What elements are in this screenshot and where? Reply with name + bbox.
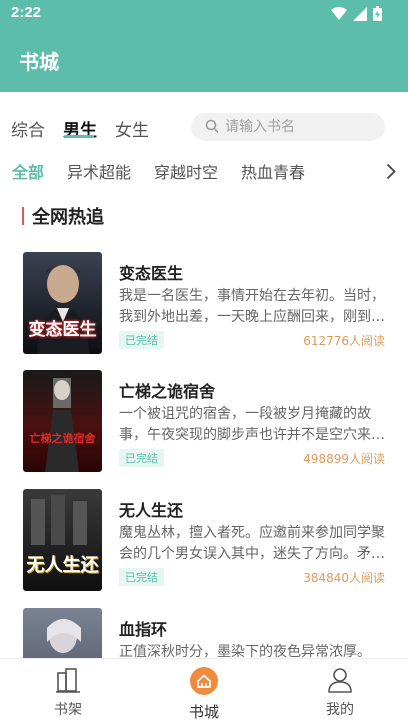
category-supernatural[interactable]: 异术超能: [67, 159, 131, 183]
search-input[interactable]: [225, 116, 375, 138]
book-cover[interactable]: 亡梯之诡宿舍: [23, 370, 102, 472]
wifi-icon: [331, 6, 347, 20]
section-header: 全网热追: [22, 205, 104, 228]
tab-indicator: [64, 135, 94, 138]
category-bar: 全部 异术超能 穿越时空 热血青春: [0, 156, 408, 186]
nav-bookshelf-label: 书架: [54, 702, 82, 718]
battery-icon: [373, 6, 382, 21]
cover-title: 变态医生: [28, 320, 97, 340]
cover-title: 无人生还: [26, 555, 99, 576]
book-title: 血指环: [119, 620, 168, 639]
bookshelf-icon: [56, 668, 80, 693]
status-icons: [331, 6, 382, 21]
tab-female[interactable]: 女生: [115, 116, 149, 141]
book-description: 魔鬼丛林，擅入者死。应邀前来参加同学聚会的几个男女误入其中，迷失了方向。矛…: [119, 525, 385, 562]
nav-profile-label: 我的: [326, 702, 354, 718]
book-item[interactable]: 变态医生 变态医生 我是一名医生，事情开始在去年初。当时，我到外地出差，一天晚上…: [0, 252, 408, 364]
category-time-travel[interactable]: 穿越时空: [154, 159, 218, 183]
status-badge: 已完结: [119, 449, 164, 467]
section-accent-bar: [22, 207, 24, 225]
status-badge: 已完结: [119, 568, 164, 586]
bottom-navigation: 书架 书城 我的: [0, 658, 408, 725]
read-count: 612776人阅读: [303, 334, 385, 348]
book-cover[interactable]: 变态医生: [23, 252, 102, 354]
signal-icon: [353, 6, 367, 21]
read-count: 384840人阅读: [303, 571, 385, 585]
home-icon: [190, 667, 218, 695]
book-title: 亡梯之诡宿舍: [119, 382, 216, 401]
app-bar: 书城: [0, 28, 408, 92]
read-count: 498899人阅读: [303, 452, 385, 466]
nav-bookshelf[interactable]: 书架: [28, 667, 108, 719]
book-cover[interactable]: 无人生还: [23, 489, 102, 591]
search-bar[interactable]: [191, 113, 385, 141]
search-icon: [205, 119, 219, 133]
book-item[interactable]: 无人生还 无人生还 魔鬼丛林，擅入者死。应邀前来参加同学聚会的几个男女误入其中，…: [0, 489, 408, 601]
book-description: 我是一名医生，事情开始在去年初。当时，我到外地出差，一天晚上应酬回来，刚到…: [119, 288, 385, 325]
book-item[interactable]: 亡梯之诡宿舍 亡梯之诡宿舍 一个被诅咒的宿舍，一段被岁月掩藏的故事，午夜突现的脚…: [0, 370, 408, 482]
status-time: 2:22: [11, 4, 42, 21]
nav-profile[interactable]: 我的: [300, 667, 380, 719]
status-bar: 2:22: [0, 0, 408, 28]
book-title: 变态医生: [119, 264, 184, 283]
cover-figure-icon: [45, 378, 79, 472]
chevron-right-icon[interactable]: [386, 163, 396, 180]
book-description: 一个被诅咒的宿舍，一段被岁月掩藏的故事，午夜突现的脚步声也许并不是空穴来…: [119, 406, 385, 443]
status-badge: 已完结: [119, 331, 164, 349]
category-all[interactable]: 全部: [12, 159, 44, 183]
category-youth[interactable]: 热血青春: [241, 159, 305, 183]
section-title: 全网热追: [32, 207, 104, 228]
nav-bookstore[interactable]: 书城: [164, 667, 244, 722]
tab-comprehensive[interactable]: 综合: [11, 116, 45, 141]
page-title: 书城: [19, 50, 59, 74]
book-title: 无人生还: [119, 501, 184, 520]
profile-icon: [328, 668, 352, 693]
nav-bookstore-label: 书城: [188, 703, 219, 721]
cover-title: 亡梯之诡宿舍: [29, 432, 96, 445]
